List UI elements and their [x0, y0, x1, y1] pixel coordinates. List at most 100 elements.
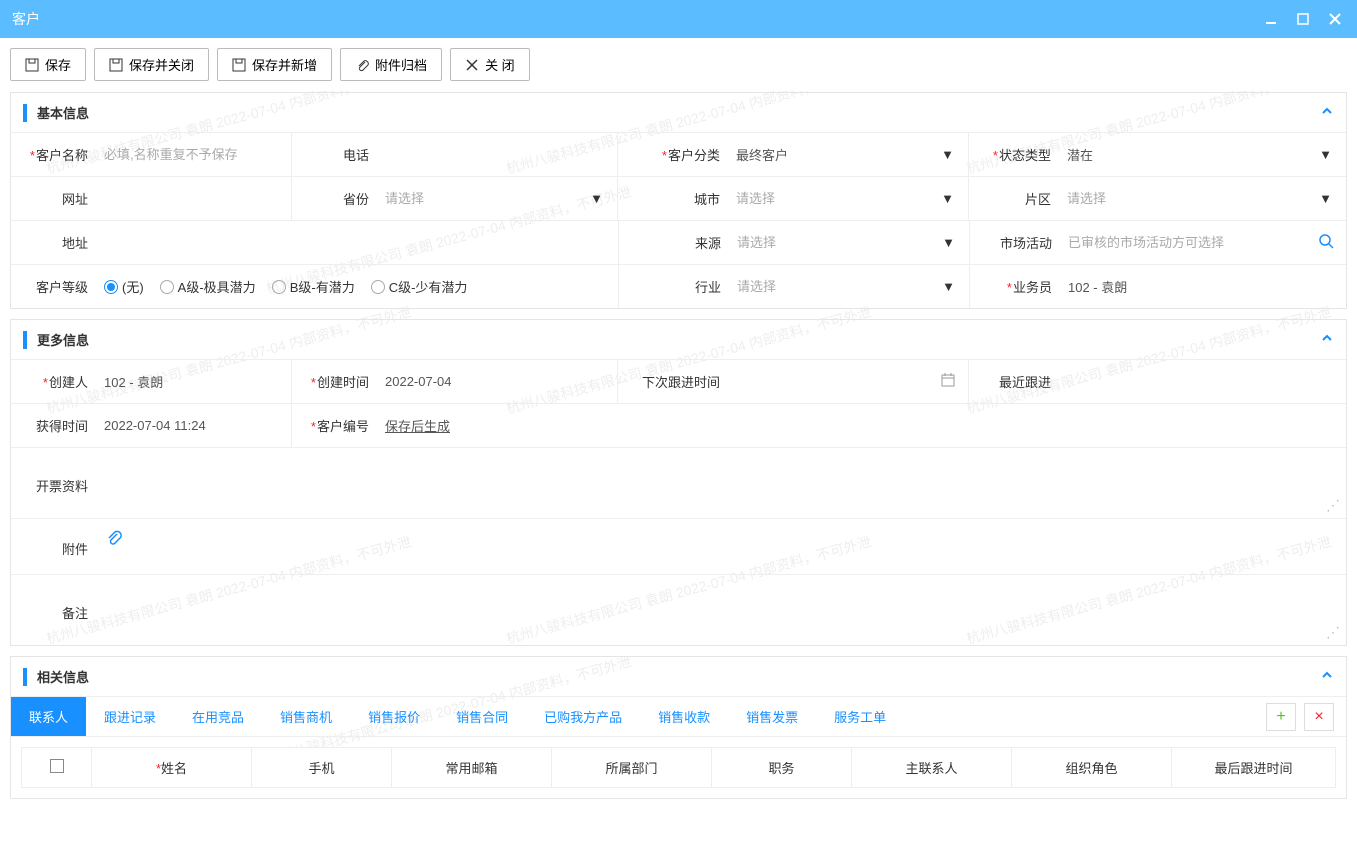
level-radio-b[interactable]: B级-有潜力 [272, 277, 355, 296]
label-next-follow: 下次跟进时间 [618, 360, 728, 403]
section-related-header: 相关信息 [11, 657, 1346, 697]
label-industry: 行业 [619, 265, 729, 308]
section-more-title: 更多信息 [37, 330, 89, 349]
label-attach: 附件 [11, 519, 96, 574]
remark-textarea[interactable] [104, 585, 1338, 635]
label-region: 片区 [969, 177, 1059, 220]
window-titlebar: 客户 [0, 0, 1357, 38]
section-more-header: 更多信息 [11, 320, 1346, 360]
status-type-select[interactable] [1067, 147, 1338, 162]
tab-competitors[interactable]: 在用竞品 [174, 697, 262, 736]
minimize-icon[interactable] [1261, 9, 1281, 29]
source-select[interactable] [737, 235, 961, 250]
label-salesman: 业务员 [970, 265, 1060, 308]
customer-no-value: 保存后生成 [385, 416, 450, 435]
select-all-checkbox[interactable] [50, 759, 64, 773]
collapse-icon[interactable] [1320, 668, 1334, 685]
save-new-button[interactable]: 保存并新增 [217, 48, 332, 81]
basic-row-2: 网址 省份 ▼ 城市 ▼ 片区 ▼ [11, 177, 1346, 221]
more-row-1: 创建人 创建时间 下次跟进时间 最近跟进 [11, 360, 1346, 404]
label-creator: 创建人 [11, 360, 96, 403]
industry-select[interactable] [737, 279, 961, 294]
label-city: 城市 [618, 177, 728, 220]
create-time-input[interactable] [385, 374, 609, 389]
th-main-contact: 主联系人 [852, 748, 1012, 788]
level-radio-label: A级-极具潜力 [178, 277, 256, 296]
th-mobile: 手机 [252, 748, 392, 788]
tab-follow-records[interactable]: 跟进记录 [86, 697, 174, 736]
calendar-icon[interactable] [940, 372, 956, 391]
label-remark: 备注 [11, 575, 96, 645]
next-follow-input[interactable] [736, 374, 960, 389]
content-scroll[interactable]: 基本信息 客户名称 电话 客户分类 ▼ 状态类型 ▼ 网址 省份 ▼ [0, 92, 1357, 857]
invoice-textarea[interactable] [104, 458, 1338, 508]
tab-opportunities[interactable]: 销售商机 [262, 697, 350, 736]
region-select[interactable] [1067, 191, 1338, 206]
maximize-icon[interactable] [1293, 9, 1313, 29]
more-row-remark: 备注 ⋰ [11, 575, 1346, 645]
tabs-row: 联系人 跟进记录 在用竞品 销售商机 销售报价 销售合同 已购我方产品 销售收款… [11, 697, 1346, 737]
window-title: 客户 [12, 9, 40, 29]
section-more: 更多信息 创建人 创建时间 下次跟进时间 最近跟进 获得时间 客户编号 保存后生… [10, 319, 1347, 646]
level-radio-a[interactable]: A级-极具潜力 [160, 277, 256, 296]
label-last-follow: 最近跟进 [969, 360, 1059, 403]
level-radio-label: B级-有潜力 [290, 277, 355, 296]
province-select[interactable] [385, 191, 609, 206]
basic-row-4: 客户等级 (无) A级-极具潜力 B级-有潜力 C级-少有潜力 行业 ▼ 业务员 [11, 265, 1346, 308]
label-province: 省份 [292, 177, 377, 220]
section-basic-title: 基本信息 [37, 103, 89, 122]
basic-row-1: 客户名称 电话 客户分类 ▼ 状态类型 ▼ [11, 133, 1346, 177]
tab-receipts[interactable]: 销售收款 [640, 697, 728, 736]
address-input[interactable] [104, 235, 610, 250]
level-radio-none[interactable]: (无) [104, 277, 144, 296]
creator-input[interactable] [104, 374, 283, 389]
label-customer-no: 客户编号 [292, 404, 377, 447]
salesman-input[interactable] [1068, 279, 1338, 294]
level-radio-label: (无) [122, 277, 144, 296]
paperclip-icon[interactable] [104, 529, 122, 552]
close-icon[interactable] [1325, 9, 1345, 29]
delete-row-button[interactable]: × [1304, 703, 1334, 731]
tab-invoices[interactable]: 销售发票 [728, 697, 816, 736]
tab-quotes[interactable]: 销售报价 [350, 697, 438, 736]
website-input[interactable] [104, 191, 283, 206]
search-icon[interactable] [1318, 233, 1334, 252]
label-source: 来源 [619, 221, 729, 264]
tab-service[interactable]: 服务工单 [816, 697, 904, 736]
add-row-button[interactable]: + [1266, 703, 1296, 731]
label-customer-cat: 客户分类 [618, 133, 728, 176]
gain-time-input[interactable] [104, 418, 283, 433]
save-new-label: 保存并新增 [252, 55, 317, 74]
close-label: 关 闭 [485, 55, 515, 74]
th-last-follow: 最后跟进时间 [1172, 748, 1336, 788]
attach-archive-label: 附件归档 [375, 55, 427, 74]
label-invoice: 开票资料 [11, 448, 96, 518]
collapse-icon[interactable] [1320, 104, 1334, 121]
collapse-icon[interactable] [1320, 331, 1334, 348]
level-radio-label: C级-少有潜力 [389, 277, 468, 296]
section-basic-header: 基本信息 [11, 93, 1346, 133]
city-select[interactable] [736, 191, 960, 206]
level-radio-c[interactable]: C级-少有潜力 [371, 277, 468, 296]
save-icon [109, 58, 123, 72]
close-button[interactable]: 关 闭 [450, 48, 530, 81]
tab-contracts[interactable]: 销售合同 [438, 697, 526, 736]
customer-cat-select[interactable] [736, 147, 960, 162]
last-follow-input[interactable] [1067, 374, 1338, 389]
section-bar [23, 668, 27, 686]
section-bar [23, 331, 27, 349]
more-row-attach: 附件 [11, 519, 1346, 575]
customer-name-input[interactable] [104, 147, 283, 162]
phone-input[interactable] [385, 147, 609, 162]
attach-archive-button[interactable]: 附件归档 [340, 48, 442, 81]
save-close-button[interactable]: 保存并关闭 [94, 48, 209, 81]
label-customer-name: 客户名称 [11, 133, 96, 176]
tab-purchased[interactable]: 已购我方产品 [526, 697, 640, 736]
label-level: 客户等级 [11, 265, 96, 308]
tab-contacts[interactable]: 联系人 [11, 697, 86, 736]
save-button[interactable]: 保存 [10, 48, 86, 81]
label-gain-time: 获得时间 [11, 404, 96, 447]
market-act-input[interactable] [1068, 235, 1338, 250]
section-related-title: 相关信息 [37, 667, 89, 686]
basic-row-3: 地址 来源 ▼ 市场活动 [11, 221, 1346, 265]
